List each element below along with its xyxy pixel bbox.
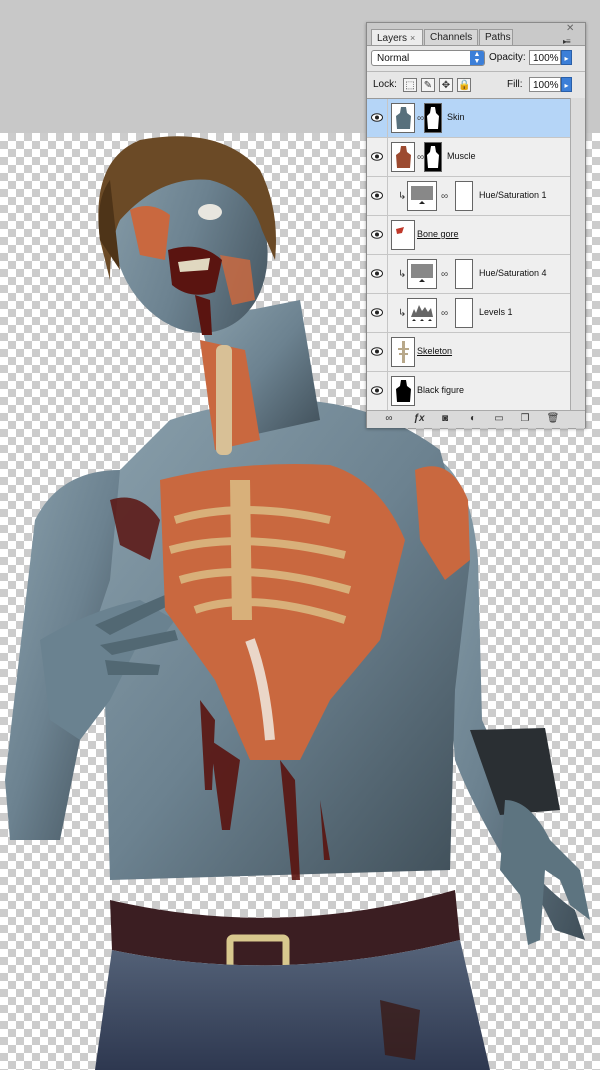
- lock-all-icon[interactable]: 🔒: [457, 78, 471, 92]
- folder-icon[interactable]: ▭: [491, 413, 507, 425]
- panel-tab-bar: Layers × Channels Paths ✕ ▸≡: [367, 23, 585, 46]
- layers-bottom-toolbar: ∞ ƒx ◙ ◐ ▭ ❐ 🗑: [367, 410, 585, 428]
- clipping-mask-arrow-icon: ↳: [398, 308, 407, 319]
- tab-channels[interactable]: Channels: [424, 29, 478, 45]
- layer-black-figure[interactable]: Black figure: [367, 372, 570, 411]
- fill-input[interactable]: 100%: [529, 77, 561, 92]
- lock-transparent-icon[interactable]: ⬚: [403, 78, 417, 92]
- layer-muscle[interactable]: ∞ Muscle: [367, 138, 570, 177]
- layer-mask-thumbnail[interactable]: [424, 142, 442, 172]
- visibility-eye-icon[interactable]: [367, 216, 388, 254]
- tab-paths[interactable]: Paths: [479, 29, 513, 45]
- mask-link-icon[interactable]: ∞: [441, 308, 448, 319]
- tab-layers-label: Layers: [377, 33, 408, 44]
- clipping-mask-arrow-icon: ↳: [398, 269, 407, 280]
- tab-close-icon[interactable]: ×: [410, 33, 415, 43]
- layer-thumbnail: [391, 337, 415, 367]
- layer-name: Muscle: [447, 151, 476, 161]
- clipping-mask-arrow-icon: ↳: [398, 191, 407, 202]
- layer-mask-thumbnail[interactable]: [455, 181, 473, 211]
- layer-skin[interactable]: ∞ Skin: [367, 99, 570, 138]
- link-icon[interactable]: ∞: [381, 413, 397, 425]
- panel-close-icon[interactable]: ✕: [566, 23, 574, 34]
- updown-arrows-icon: ▲ ▼: [470, 51, 484, 65]
- mask-link-icon[interactable]: ∞: [441, 191, 448, 202]
- layer-name: Black figure: [417, 385, 465, 395]
- adjustment-icon[interactable]: ◐: [465, 413, 481, 425]
- tab-paths-label: Paths: [485, 32, 511, 43]
- lock-row: Lock: ⬚ ✎ ✥ 🔒 Fill: 100% ▸: [367, 71, 585, 98]
- visibility-eye-icon[interactable]: [367, 333, 388, 371]
- visibility-eye-icon[interactable]: [367, 255, 388, 293]
- layer-hue-saturation-4[interactable]: ↳ ∞ Hue/Saturation 4: [367, 255, 570, 294]
- fill-slider-arrow-icon[interactable]: ▸: [561, 77, 572, 92]
- layer-hue-saturation-1[interactable]: ↳ ∞ Hue/Saturation 1: [367, 177, 570, 216]
- opacity-input[interactable]: 100%: [529, 50, 561, 65]
- tab-channels-label: Channels: [430, 32, 473, 43]
- opacity-slider-arrow-icon[interactable]: ▸: [561, 50, 572, 65]
- layers-scrollbar[interactable]: [570, 98, 585, 410]
- adjustment-thumbnail-icon: [407, 181, 437, 211]
- panel-menu-icon[interactable]: ▸≡: [563, 37, 571, 46]
- layer-mask-thumbnail[interactable]: [455, 259, 473, 289]
- layer-thumbnail: [391, 376, 415, 406]
- layer-name: Skin: [447, 112, 465, 122]
- adjustment-thumbnail-icon: [407, 259, 437, 289]
- lock-image-icon[interactable]: ✎: [421, 78, 435, 92]
- blend-row: Normal ▲ ▼ Opacity: 100% ▸: [367, 47, 585, 69]
- tab-layers[interactable]: Layers ×: [371, 29, 423, 45]
- fx-icon[interactable]: ƒx: [411, 413, 427, 425]
- layer-name: Skeleton: [417, 346, 453, 356]
- layer-mask-thumbnail[interactable]: [424, 103, 442, 133]
- layers-list: ∞ Skin ∞ Muscle ↳ ∞ Hue/Saturation 1 Bon…: [367, 98, 570, 411]
- layer-name: Levels 1: [479, 307, 513, 317]
- mask-icon[interactable]: ◙: [437, 413, 453, 425]
- visibility-eye-icon[interactable]: [367, 372, 388, 410]
- mask-link-icon[interactable]: ∞: [417, 152, 424, 163]
- trash-icon[interactable]: 🗑: [545, 413, 561, 425]
- layer-levels-1[interactable]: ↳ ∞ Levels 1: [367, 294, 570, 333]
- visibility-eye-icon[interactable]: [367, 99, 388, 137]
- lock-position-icon[interactable]: ✥: [439, 78, 453, 92]
- visibility-eye-icon[interactable]: [367, 294, 388, 332]
- visibility-eye-icon[interactable]: [367, 138, 388, 176]
- layer-bone-gore[interactable]: Bone gore: [367, 216, 570, 255]
- lock-label: Lock:: [373, 79, 397, 90]
- layer-name: Hue/Saturation 1: [479, 190, 547, 200]
- layer-thumbnail: [391, 142, 415, 172]
- levels-histogram-icon: [407, 298, 437, 328]
- visibility-eye-icon[interactable]: [367, 177, 388, 215]
- layers-panel: Layers × Channels Paths ✕ ▸≡ Normal ▲ ▼ Op…: [366, 22, 586, 428]
- mask-link-icon[interactable]: ∞: [441, 269, 448, 280]
- layer-name: Bone gore: [417, 229, 459, 239]
- blend-mode-value: Normal: [377, 53, 410, 64]
- layer-skeleton[interactable]: Skeleton: [367, 333, 570, 372]
- mask-link-icon[interactable]: ∞: [417, 113, 424, 124]
- layer-thumbnail: [391, 103, 415, 133]
- layer-mask-thumbnail[interactable]: [455, 298, 473, 328]
- opacity-label: Opacity:: [489, 52, 526, 63]
- new-layer-icon[interactable]: ❐: [517, 413, 533, 425]
- blend-mode-select[interactable]: Normal ▲ ▼: [371, 50, 485, 66]
- layer-thumbnail: [391, 220, 415, 250]
- layer-name: Hue/Saturation 4: [479, 268, 547, 278]
- fill-label: Fill:: [507, 79, 523, 90]
